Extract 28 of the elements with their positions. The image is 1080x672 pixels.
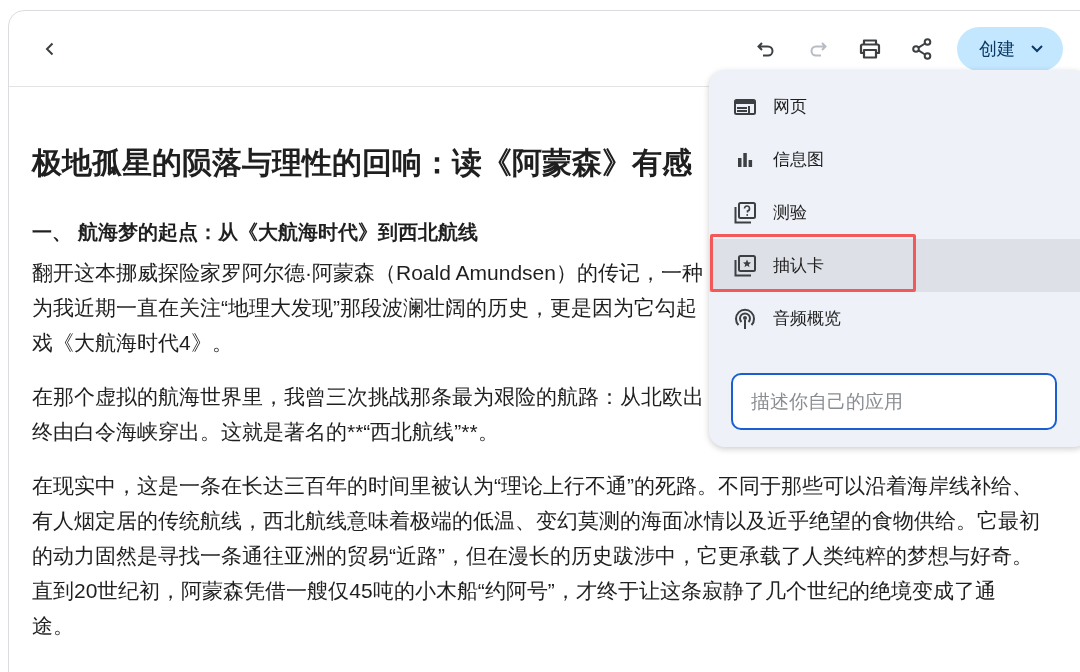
paragraph-line: 戏《大航海时代4》。 [32, 330, 233, 356]
print-icon [859, 38, 881, 59]
star-card-icon [733, 254, 757, 277]
section-heading: 一、 航海梦的起点：从《大航海时代》到西北航线 [32, 220, 478, 245]
paragraph-line: 在那个虚拟的航海世界里，我曾三次挑战那条最为艰险的航路：从北欧出 [32, 384, 704, 410]
document-title: 极地孤星的陨落与理性的回响：读《阿蒙森》有感 [32, 145, 692, 181]
create-button[interactable]: 创建 [957, 26, 1063, 71]
paragraph-line: 直到20世纪初，阿蒙森凭借一艘仅45吨的小木船“约阿号”，才终于让这条寂静了几个世纪的绝境变成了通 [32, 578, 996, 604]
undo-icon [757, 40, 775, 57]
paragraph-line: 途。 [32, 613, 74, 639]
describe-app-field[interactable]: 描述你自己的应用 [731, 373, 1057, 430]
question-card-icon [733, 201, 757, 224]
menu-item[interactable]: 信息图 [709, 133, 1080, 186]
paragraph-line: 翻开这本挪威探险家罗阿尔德·阿蒙森（Roald Amundsen）的传记，一种 [32, 260, 703, 286]
paragraph-line: 为我近期一直在关注“地理大发现”那段波澜壮阔的历史，更是因为它勾起 [32, 295, 697, 321]
menu-item[interactable]: 抽认卡 [709, 239, 1080, 292]
chevron-down-icon [1031, 44, 1043, 53]
paragraph-line: 的动力固然是寻找一条通往亚洲的贸易“近路”，但在漫长的历史跋涉中，它更承载了人类纯粹的梦想与好奇。 [32, 543, 1033, 569]
paragraph-line: 有人烟定居的传统航线，西北航线意味着极端的低温、变幻莫测的海面冰情以及近乎绝望的食物供给。它最初 [32, 508, 1040, 534]
paragraph-line: 终由白令海峡穿出。这就是著名的**“西北航线”**。 [32, 419, 499, 445]
podcast-icon [733, 307, 757, 330]
paragraph-line: 在现实中，这是一条在长达三百年的时间里被认为“理论上行不通”的死路。不同于那些可以沿着海岸线补给、 [32, 473, 1033, 499]
menu-item[interactable]: 音频概览 [709, 292, 1080, 345]
menu-item[interactable]: 测验 [709, 186, 1080, 239]
redo-icon [809, 40, 827, 57]
webpage-icon [733, 98, 757, 115]
share-icon [912, 37, 932, 60]
menu-item[interactable]: 网页 [709, 80, 1080, 133]
